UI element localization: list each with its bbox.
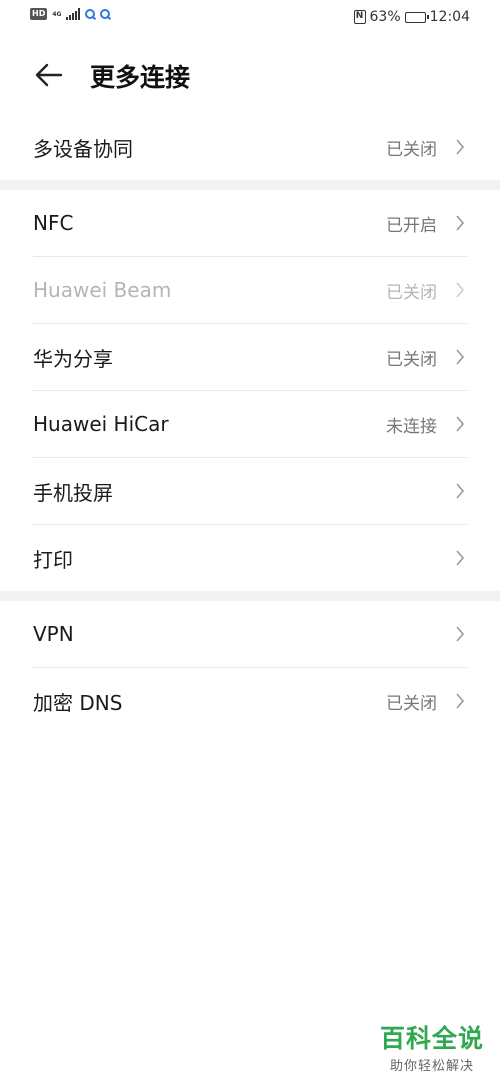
chevron-right-icon xyxy=(456,215,465,231)
list-item-label: 华为分享 xyxy=(33,346,113,371)
watermark-logo: 百科全说 助你轻松解决 xyxy=(380,1019,484,1074)
watermark-title: 百科全说 xyxy=(379,1024,484,1053)
section-divider xyxy=(0,591,500,601)
list-item-label: VPN xyxy=(33,622,74,646)
battery-icon xyxy=(404,11,429,23)
list-item-status: 已关闭 xyxy=(386,693,437,714)
title-bar: 更多连接 xyxy=(0,48,500,104)
list-item-label: 多设备协同 xyxy=(33,136,133,161)
list-item-multi-device[interactable]: 多设备协同 已关闭 xyxy=(33,114,467,180)
list-item-huawei-share[interactable]: 华为分享 已关闭 xyxy=(33,324,467,391)
nfc-icon: N xyxy=(353,10,366,24)
battery-percent: 63% xyxy=(369,9,401,25)
chevron-right-icon xyxy=(456,139,465,155)
signal-icon xyxy=(66,8,81,20)
status-right: N 63% 12:04 xyxy=(353,9,470,25)
list-item-status: 已关闭 xyxy=(386,349,437,370)
list-item-label: Huawei Beam xyxy=(33,278,172,302)
settings-group-network: VPN 加密 DNS 已关闭 xyxy=(0,601,500,734)
network-type-label: 4G xyxy=(52,10,62,18)
list-item-status: 已关闭 xyxy=(386,139,437,160)
chevron-right-icon xyxy=(456,550,465,566)
status-bar: HD 4G N 63% 12:04 xyxy=(0,0,500,36)
list-item-label: Huawei HiCar xyxy=(33,412,169,436)
list-item-status: 未连接 xyxy=(386,416,437,437)
section-divider xyxy=(0,180,500,190)
settings-group-connections: NFC 已开启 Huawei Beam 已关闭 华为分享 已关闭 Huawei … xyxy=(0,190,500,591)
chevron-right-icon xyxy=(456,483,465,499)
app-notification-icon xyxy=(100,9,111,19)
list-item-nfc[interactable]: NFC 已开启 xyxy=(33,190,467,257)
list-item-encrypted-dns[interactable]: 加密 DNS 已关闭 xyxy=(33,668,467,734)
watermark-subtitle: 助你轻松解决 xyxy=(389,1059,474,1074)
list-item-status: 已开启 xyxy=(386,215,437,236)
list-item-label: 手机投屏 xyxy=(33,480,113,505)
list-item-print[interactable]: 打印 xyxy=(33,525,467,591)
back-arrow-icon[interactable] xyxy=(33,60,65,90)
hd-icon: HD xyxy=(30,8,48,20)
settings-group-collaboration: 多设备协同 已关闭 xyxy=(0,114,500,180)
chevron-right-icon xyxy=(456,282,465,298)
list-item-label: 打印 xyxy=(33,547,73,572)
list-item-status: 已关闭 xyxy=(386,282,437,303)
list-item-screen-projection[interactable]: 手机投屏 xyxy=(33,458,467,525)
chevron-right-icon xyxy=(456,349,465,365)
chevron-right-icon xyxy=(456,416,465,432)
list-item-vpn[interactable]: VPN xyxy=(33,601,467,668)
list-item-label: NFC xyxy=(33,211,74,235)
chevron-right-icon xyxy=(456,693,465,709)
status-left: HD 4G xyxy=(30,8,111,20)
app-notification-icon xyxy=(85,9,96,19)
page-title: 更多连接 xyxy=(90,63,191,92)
chevron-right-icon xyxy=(456,626,465,642)
list-item-label: 加密 DNS xyxy=(33,690,123,715)
list-item-huawei-beam: Huawei Beam 已关闭 xyxy=(33,257,467,324)
clock: 12:04 xyxy=(429,9,470,25)
list-item-huawei-hicar[interactable]: Huawei HiCar 未连接 xyxy=(33,391,467,458)
